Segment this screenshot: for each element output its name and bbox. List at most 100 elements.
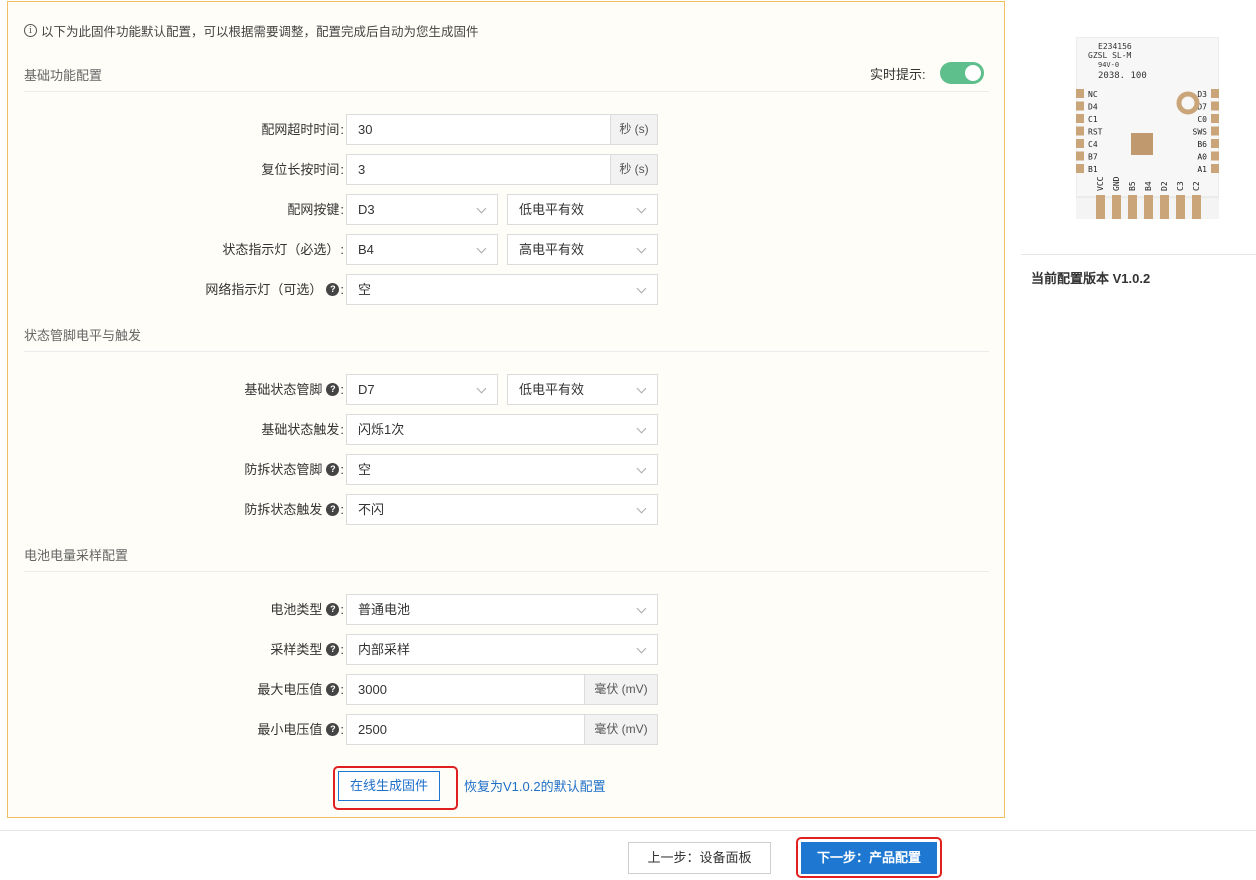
section-title-basic: 基础功能配置 [24,68,103,83]
pair-key-level-select[interactable]: 低电平有效 [507,194,658,225]
chevron-down-icon [636,203,647,214]
question-icon[interactable]: ? [326,603,340,616]
next-step-button[interactable]: 下一步：产品配置 [801,842,937,874]
chevron-down-icon [636,503,647,514]
row-min-voltage: 最小电压值?: 2500 毫伏 (mV) [8,714,1004,745]
config-version: 当前配置版本 V1.0.2 [1031,271,1151,286]
chip-pad-left [1076,89,1084,98]
reset-hold-input[interactable]: 3 [346,154,611,185]
config-panel: i 以下为此固件功能默认配置，可以根据需要调整，配置完成后自动为您生成固件 基础… [7,1,1005,818]
divider [24,351,989,352]
chip-pin-label-sws: SWS [1193,128,1208,137]
chip-marking-0: E234156 [1098,42,1132,51]
chip-pad-right [1211,139,1219,148]
footer-divider [0,830,1256,831]
chip-pin-label-b6: B6 [1197,140,1207,149]
notice: i 以下为此固件功能默认配置，可以根据需要调整，配置完成后自动为您生成固件 [24,21,479,40]
timeout-input[interactable]: 30 [346,114,611,145]
chip-pad-right [1211,164,1219,173]
realtime-hint: 实时提示: [870,62,984,84]
chip-center-pad [1131,133,1153,155]
row-reset-hold: 复位长按时间: 3 秒 (s) [8,154,1004,185]
chip-pin-label-vcc: VCC [1096,176,1105,191]
status-led-level-select[interactable]: 高电平有效 [507,234,658,265]
chip-pad-bottom [1128,195,1137,219]
base-trigger-select[interactable]: 闪烁1次 [346,414,658,445]
prev-step-button[interactable]: 上一步：设备面板 [628,842,771,874]
chip-pin-label-b7: B7 [1088,153,1098,162]
section-title-battery: 电池电量采样配置 [24,548,129,563]
reset-hold-unit: 秒 (s) [610,154,658,185]
battery-type-select[interactable]: 普通电池 [346,594,658,625]
max-voltage-label: 最大电压值?: [257,682,344,697]
sidebar-divider [1021,254,1256,255]
notice-text: 以下为此固件功能默认配置，可以根据需要调整，配置完成后自动为您生成固件 [41,25,479,39]
chevron-down-icon [476,203,487,214]
net-led-select[interactable]: 空 [346,274,658,305]
question-icon[interactable]: ? [326,643,340,656]
chip-pad-left [1076,126,1084,136]
chip-pin-label-d3: D3 [1197,90,1207,99]
base-pin-label: 基础状态管脚?: [244,382,344,397]
sampling-select[interactable]: 内部采样 [346,634,658,665]
row-base-trigger: 基础状态触发: 闪烁1次 [8,414,1004,445]
chevron-down-icon [476,383,487,394]
sampling-label: 采样类型?: [270,642,344,657]
question-icon[interactable]: ? [326,503,340,516]
chip-pin-label-gnd: GND [1112,176,1121,191]
max-voltage-input[interactable]: 3000 [346,674,585,705]
chip-marking-3: 2038. 100 [1098,71,1147,81]
row-status-led: 状态指示灯（必选）: B4 高电平有效 [8,234,1004,265]
net-led-label: 网络指示灯（可选）?: [205,282,344,297]
chip-pin-label-c4: C4 [1088,140,1098,149]
question-icon[interactable]: ? [326,283,340,296]
tamper-pin-select[interactable]: 空 [346,454,658,485]
chip-pad-right [1211,114,1219,123]
chip-pin-label-nc: NC [1088,90,1098,99]
pair-key-pin-select[interactable]: D3 [346,194,498,225]
min-voltage-input[interactable]: 2500 [346,714,585,745]
reset-hold-label: 复位长按时间: [261,162,344,177]
question-icon[interactable]: ? [326,723,340,736]
chip-pad-bottom [1192,195,1201,219]
chip-pin-label-b5: B5 [1128,181,1137,191]
realtime-toggle[interactable] [939,62,984,84]
base-trigger-label: 基础状态触发: [261,422,344,437]
chip-marking-2: 94V-0 [1098,61,1119,69]
battery-type-label: 电池类型?: [270,602,344,617]
chip-pin-label-c2: C2 [1192,181,1201,191]
chip-pin-label-b1: B1 [1088,165,1098,174]
section-title-status: 状态管脚电平与触发 [24,328,142,343]
status-led-pin-select[interactable]: B4 [346,234,498,265]
row-battery-type: 电池类型?: 普通电池 [8,594,1004,625]
row-timeout: 配网超时时间: 30 秒 (s) [8,114,1004,145]
tamper-trigger-select[interactable]: 不闪 [346,494,658,525]
min-voltage-unit: 毫伏 (mV) [584,714,658,745]
divider [24,571,989,572]
max-voltage-unit: 毫伏 (mV) [584,674,658,705]
toggle-knob [964,65,981,81]
generate-firmware-button[interactable]: 在线生成固件 [338,771,440,801]
chip-image: E234156 GZSL SL-M 94V-0 2038. 100 NC D4 C1… [1075,36,1220,219]
row-pair-key: 配网按键: D3 低电平有效 [8,194,1004,225]
chip-marking-1: GZSL SL-M [1088,51,1132,60]
row-base-pin: 基础状态管脚?: D7 低电平有效 [8,374,1004,405]
chip-pin-label-c1: C1 [1088,115,1098,124]
chip-pad-left [1076,139,1084,148]
min-voltage-label: 最小电压值?: [257,722,344,737]
timeout-unit: 秒 (s) [610,114,658,145]
chip-pad-bottom [1096,195,1105,219]
base-level-select[interactable]: 低电平有效 [507,374,658,405]
chip-pad-bottom [1176,195,1185,219]
question-icon[interactable]: ? [326,463,340,476]
chip-pad-left [1076,151,1084,161]
restore-default-link[interactable]: 恢复为V1.0.2的默认配置 [464,776,606,795]
question-icon[interactable]: ? [326,383,340,396]
row-sampling: 采样类型?: 内部采样 [8,634,1004,665]
chip-pad-bottom [1160,195,1169,219]
row-net-led: 网络指示灯（可选）?: 空 [8,274,1004,305]
tamper-pin-label: 防拆状态管脚?: [244,462,344,477]
chip-pin-label-a0: A0 [1197,153,1207,162]
base-pin-select[interactable]: D7 [346,374,498,405]
question-icon[interactable]: ? [326,683,340,696]
